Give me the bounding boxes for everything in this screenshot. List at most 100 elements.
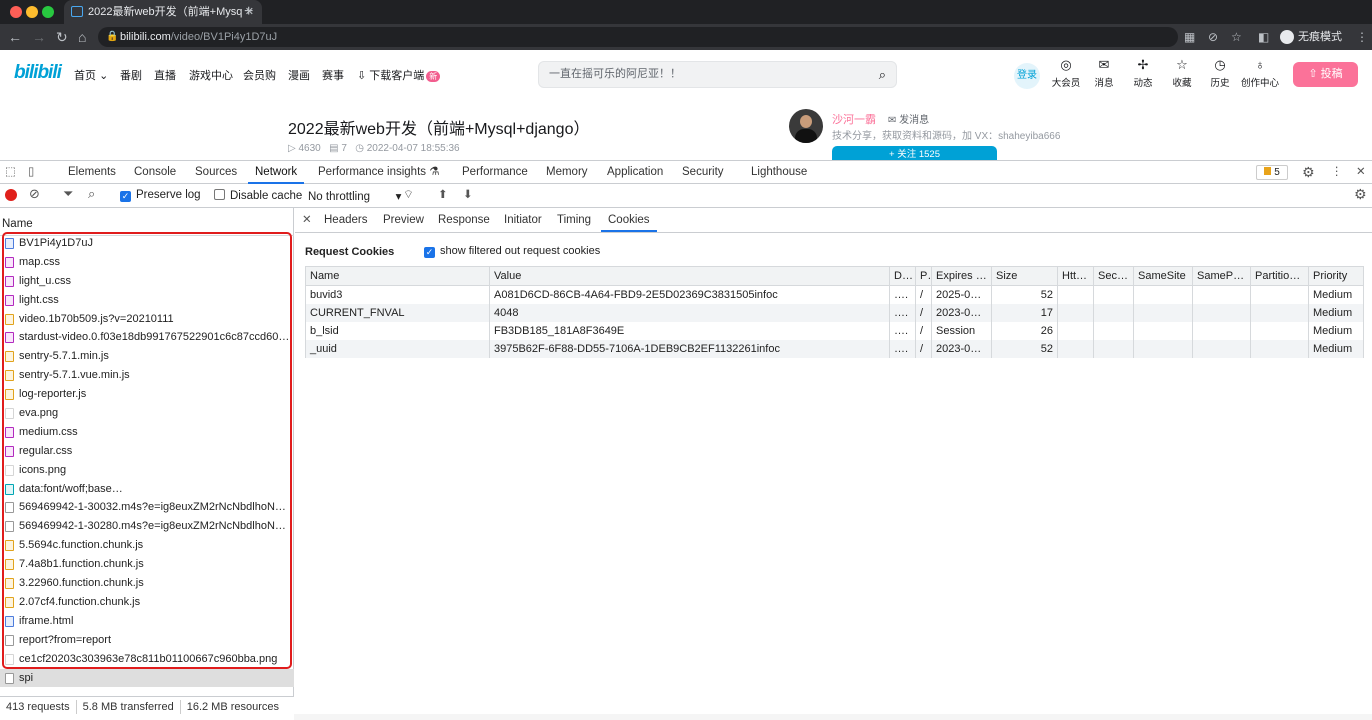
maximize-window-button[interactable]	[42, 6, 54, 18]
eye-off-icon[interactable]: ⊘	[1208, 28, 1218, 46]
network-settings-gear-icon[interactable]: ⚙	[1354, 186, 1367, 203]
tab-memory[interactable]: Memory	[546, 161, 588, 184]
upload-button[interactable]: ⇧ 投稿	[1293, 62, 1358, 87]
close-detail-icon[interactable]: ✕	[302, 208, 312, 232]
creator-center-button[interactable]: ♁ 创作中心	[1240, 57, 1280, 89]
browser-tab[interactable]: 2022最新web开发（前端+Mysq ✕	[64, 0, 262, 24]
col-domain[interactable]: D…	[889, 266, 916, 286]
tab-cookies[interactable]: Cookies	[601, 208, 657, 232]
vip-button[interactable]: ◎ 大会员	[1050, 57, 1082, 89]
col-expires[interactable]: Expires …	[931, 266, 992, 286]
nav-live[interactable]: 直播	[154, 67, 176, 83]
throttling-select[interactable]: No throttling ▾	[308, 189, 401, 203]
cookie-name: b_lsid	[305, 321, 490, 340]
col-value[interactable]: Value	[489, 266, 890, 286]
cookie-empty-cell	[1192, 303, 1251, 322]
login-button[interactable]: 登录	[1014, 63, 1040, 89]
tab-performance-insights[interactable]: Performance insights ⚗	[318, 161, 440, 184]
url-bar[interactable]: 🔒 bilibili.com/video/BV1Pi4y1D7uJ	[98, 27, 1178, 47]
upload-label: 投稿	[1320, 68, 1343, 80]
request-name: spi	[19, 672, 34, 684]
home-icon[interactable]: ⌂	[78, 27, 86, 47]
favorites-button[interactable]: ☆ 收藏	[1166, 57, 1198, 89]
tab-timing[interactable]: Timing	[557, 208, 591, 232]
col-secure[interactable]: Sec…	[1093, 266, 1134, 286]
preserve-log-checkbox[interactable]: ✓ Preserve log	[120, 189, 201, 202]
show-filtered-cookies-checkbox[interactable]: ✓ show filtered out request cookies	[424, 245, 600, 258]
tab-performance[interactable]: Performance	[462, 161, 528, 184]
reload-icon[interactable]: ↻	[56, 27, 68, 47]
tab-sources[interactable]: Sources	[195, 161, 237, 184]
uploader-avatar[interactable]	[789, 109, 823, 143]
record-button[interactable]	[5, 189, 17, 201]
col-path[interactable]: P…	[915, 266, 932, 286]
tab-lighthouse[interactable]: Lighthouse	[751, 161, 807, 184]
col-sameparty[interactable]: SameP…	[1192, 266, 1251, 286]
nav-game-center[interactable]: 游戏中心	[189, 67, 233, 83]
gear-icon[interactable]: ⚙	[1302, 161, 1315, 184]
device-toolbar-icon[interactable]: ▯	[28, 161, 34, 184]
back-arrow-icon[interactable]: ←	[8, 27, 22, 47]
incognito-profile-button[interactable]: 无痕模式	[1280, 28, 1342, 46]
search-icon[interactable]: ⌕	[88, 186, 95, 202]
disable-cache-checkbox[interactable]: Disable cache	[214, 189, 302, 202]
browser-menu-icon[interactable]: ⋮	[1356, 28, 1368, 46]
dynamics-button[interactable]: ✢ 动态	[1127, 57, 1159, 89]
export-har-icon[interactable]: ⬇	[463, 187, 473, 201]
col-httponly[interactable]: Htt…	[1057, 266, 1094, 286]
tab-security[interactable]: Security	[682, 161, 724, 184]
import-har-icon[interactable]: ⬆	[438, 187, 448, 201]
tab-response[interactable]: Response	[438, 208, 490, 232]
col-priority[interactable]: Priority	[1308, 266, 1364, 286]
col-partition-key[interactable]: Partitio…	[1250, 266, 1309, 286]
tab-initiator[interactable]: Initiator	[504, 208, 542, 232]
col-samesite[interactable]: SameSite	[1133, 266, 1193, 286]
col-name[interactable]: Name	[305, 266, 490, 286]
requests-count: 413 requests	[6, 701, 70, 713]
tab-headers[interactable]: Headers	[324, 208, 367, 232]
send-message-label: 发消息	[899, 115, 930, 126]
history-button[interactable]: ◷ 历史	[1204, 57, 1236, 89]
tab-network[interactable]: Network	[248, 161, 305, 184]
more-options-icon[interactable]: ⋮	[1331, 161, 1343, 184]
new-tab-button[interactable]: +	[244, 0, 253, 24]
bookmark-star-icon[interactable]: ☆	[1231, 28, 1242, 46]
close-window-button[interactable]	[10, 6, 22, 18]
tab-application[interactable]: Application	[607, 161, 663, 184]
cookie-row[interactable]: b_lsid FB3DB185_181A8F3649E…. / Session 26 Me…	[305, 321, 1364, 340]
nav-manga[interactable]: 漫画	[288, 67, 310, 83]
cookie-row[interactable]: buvid3 A081D6CD-86CB-4A64-FBD9-2E5D02369C…	[305, 285, 1364, 304]
side-panel-icon[interactable]: ◧	[1258, 28, 1269, 46]
uploader-name[interactable]: 沙河一霸	[832, 111, 876, 127]
bilibili-logo[interactable]: bilibili	[14, 62, 62, 84]
nav-mall[interactable]: 会员购	[243, 67, 276, 83]
messages-button[interactable]: ✉ 消息	[1088, 57, 1120, 89]
forward-arrow-icon[interactable]: →	[32, 27, 46, 47]
nav-download-client[interactable]: ⇩ 下载客户端新	[357, 67, 441, 83]
cookie-row[interactable]: CURRENT_FNVAL 4048…./2023-06… 17 Medium	[305, 303, 1364, 322]
request-row-spi[interactable]: spi	[0, 669, 294, 687]
cookie-row[interactable]: _uuid 3975B62F-6F88-DD55-7106A-1DEB9CB2EF…	[305, 339, 1364, 358]
incognito-icon	[1280, 30, 1294, 45]
filter-icon[interactable]: ⏷	[63, 186, 73, 202]
nav-esports[interactable]: 赛事	[322, 67, 344, 83]
inspect-element-icon[interactable]: ⬚	[5, 161, 16, 184]
uploader-description: 技术分享，获取资料和源码，加 VX：shaheyiba666	[832, 131, 1061, 142]
qr-code-icon[interactable]: ▦	[1184, 28, 1195, 46]
tab-elements[interactable]: Elements	[68, 161, 116, 184]
clear-icon[interactable]: ⊘	[29, 186, 40, 202]
follow-button[interactable]: + 关注 1525	[832, 146, 997, 160]
nav-home[interactable]: 首页 ⌄	[74, 67, 108, 83]
network-conditions-icon[interactable]: ⌔	[403, 187, 414, 202]
tab-console[interactable]: Console	[134, 161, 176, 184]
close-devtools-icon[interactable]: ✕	[1356, 161, 1366, 184]
search-icon[interactable]: ⌕	[879, 62, 886, 87]
issues-badge[interactable]: 5	[1256, 165, 1288, 180]
browser-tab-bar: 2022最新web开发（前端+Mysq ✕ +	[0, 0, 1372, 24]
send-message-button[interactable]: ✉ 发消息	[888, 111, 929, 126]
nav-anime[interactable]: 番剧	[120, 67, 142, 83]
col-size[interactable]: Size	[991, 266, 1058, 286]
minimize-window-button[interactable]	[26, 6, 38, 18]
search-input[interactable]: 一直在摇可乐的阿尼亚！！ ⌕	[538, 61, 897, 88]
tab-preview[interactable]: Preview	[383, 208, 424, 232]
